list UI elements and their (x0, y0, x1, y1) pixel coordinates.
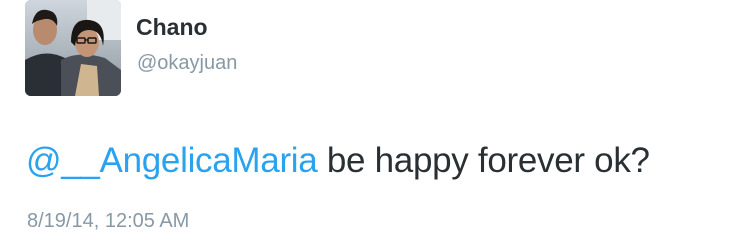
tweet-body: be happy forever ok? (317, 141, 650, 180)
tweet-text: @__AngelicaMaria be happy forever ok? (26, 143, 650, 178)
mention-link[interactable]: @__AngelicaMaria (26, 141, 318, 180)
profile-photo-icon (25, 0, 121, 96)
timestamp[interactable]: 8/19/14, 12:05 AM (27, 211, 189, 231)
display-name[interactable]: Chano (136, 16, 208, 39)
username-handle[interactable]: @okayjuan (137, 53, 237, 73)
avatar[interactable] (25, 0, 121, 96)
tweet-card: Chano @okayjuan @__AngelicaMaria be happ… (0, 0, 750, 250)
